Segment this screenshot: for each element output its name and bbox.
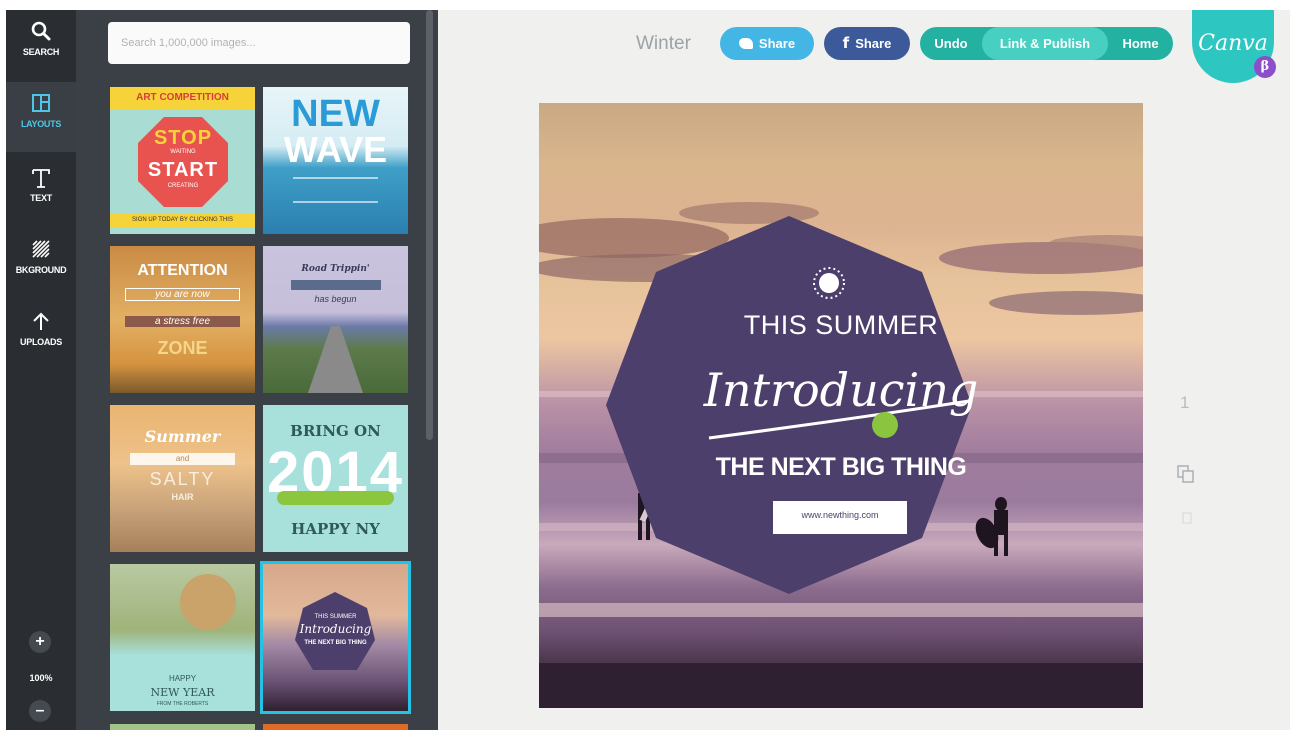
facebook-share-button[interactable]: f Share xyxy=(824,27,910,60)
copy-page-icon[interactable] xyxy=(1176,464,1196,484)
zoom-in-button[interactable]: + xyxy=(29,631,51,653)
page-number: 1 xyxy=(1180,393,1190,412)
canva-editor: SEARCH LAYOUTS TEXT BKGROUND UPLOADS + 1… xyxy=(6,10,1290,730)
thumbnail-text: HAIR xyxy=(171,492,194,502)
layouts-panel: ART COMPETITION STOP WAITING START CREAT… xyxy=(76,10,438,730)
sidebar-item-label: SEARCH xyxy=(22,47,60,57)
workspace: Winter Share f Share Undo Link & Publish … xyxy=(438,10,1290,730)
panel-scrollbar[interactable] xyxy=(426,10,433,440)
sidebar-item-label: LAYOUTS xyxy=(20,119,62,129)
design-kicker-text[interactable]: THIS SUMMER xyxy=(539,310,1143,341)
thumbnail-text: THE NEXT BIG THING xyxy=(304,640,367,646)
thumbnail-text: STOP xyxy=(153,127,213,149)
thumbnail-text: BRING ON xyxy=(290,422,381,440)
layout-thumbnail-new-wave[interactable]: NEW WAVE xyxy=(263,87,408,234)
link-publish-button[interactable]: Link & Publish xyxy=(982,27,1108,60)
beta-badge: β xyxy=(1254,56,1276,78)
home-button[interactable]: Home xyxy=(1108,27,1173,60)
layout-thumbnail-partial[interactable] xyxy=(263,724,408,730)
road-illustration xyxy=(308,326,363,393)
document-title[interactable]: Winter xyxy=(636,33,691,55)
thumbnail-text: you are now xyxy=(125,288,240,301)
search-input[interactable] xyxy=(108,22,410,64)
thumbnail-text: HAPPY NY xyxy=(291,520,380,538)
sidebar-item-text[interactable]: TEXT xyxy=(6,156,76,226)
thumbnail-text: WAVE xyxy=(283,129,388,170)
canva-logo-badge[interactable]: Canva β xyxy=(1192,10,1276,83)
thumbnail-text: Summer xyxy=(144,427,221,446)
twitter-share-label: Share xyxy=(758,36,796,51)
thumbnail-text: NEW YEAR xyxy=(150,686,215,699)
thumbnail-text: SALTY xyxy=(149,469,216,489)
thumbnail-text: HAPPY xyxy=(168,674,197,683)
layout-thumbnail-this-summer[interactable]: THIS SUMMER Introducing THE NEXT BIG THI… xyxy=(260,561,411,714)
thumbnail-text: WAITING xyxy=(170,149,196,155)
publish-toolbar: Undo Link & Publish Home xyxy=(920,27,1173,60)
upload-arrow-icon xyxy=(33,312,49,330)
delete-page-icon[interactable] xyxy=(1180,510,1194,524)
canva-logo: Canva xyxy=(1198,31,1268,56)
thumbnail-text: and xyxy=(175,454,190,463)
text-icon xyxy=(32,169,50,188)
design-headline-text[interactable]: THE NEXT BIG THING xyxy=(539,453,1143,482)
thumbnail-text: CREATING xyxy=(167,183,199,189)
layout-thumbnail-art-competition[interactable]: ART COMPETITION STOP WAITING START CREAT… xyxy=(110,87,255,234)
thumbnail-text: has begun xyxy=(314,294,357,304)
zoom-level: 100% xyxy=(29,673,53,683)
thumbnail-text: ZONE xyxy=(157,338,208,358)
sidebar-item-label: BKGROUND xyxy=(15,265,67,275)
background-icon xyxy=(32,240,50,258)
layout-icon xyxy=(32,94,50,112)
sidebar-item-search[interactable]: SEARCH xyxy=(6,10,76,80)
thumbnail-text: ART COMPETITION xyxy=(136,92,229,103)
design-url-text[interactable]: www.newthing.com xyxy=(773,510,907,520)
tool-rail: SEARCH LAYOUTS TEXT BKGROUND UPLOADS + 1… xyxy=(6,10,76,730)
sidebar-item-background[interactable]: BKGROUND xyxy=(6,228,76,298)
layout-thumbnail-bring-on-2014[interactable]: BRING ON 2014 HAPPY NY xyxy=(263,405,408,552)
facebook-share-label: Share xyxy=(855,36,892,51)
layout-thumbnail-happy-new-year[interactable]: HAPPY NEW YEAR FROM THE ROBERTS xyxy=(110,564,255,711)
sidebar-item-label: TEXT xyxy=(30,193,52,203)
sidebar-item-uploads[interactable]: UPLOADS xyxy=(6,300,76,370)
thumbnail-text: FROM THE ROBERTS xyxy=(156,701,209,707)
thumbnail-text: Road Trippin' xyxy=(301,264,370,274)
sidebar-item-layouts[interactable]: LAYOUTS xyxy=(6,82,76,152)
search-icon xyxy=(31,21,51,41)
design-script-text[interactable]: Introducing xyxy=(539,363,1143,417)
undo-button[interactable]: Undo xyxy=(920,27,982,60)
zoom-out-button[interactable]: – xyxy=(29,700,51,722)
thumbnail-text: THIS SUMMER xyxy=(314,614,357,620)
sidebar-item-label: UPLOADS xyxy=(20,337,62,347)
thumbnail-text: a stress free xyxy=(125,316,240,327)
layout-thumbnail-attention[interactable]: ATTENTION you are now a stress free ZONE xyxy=(110,246,255,393)
facebook-f-icon: f xyxy=(842,34,850,52)
thumbnail-text: SIGN UP TODAY BY CLICKING THIS xyxy=(132,217,233,223)
design-canvas[interactable]: THIS SUMMER Introducing THE NEXT BIG THI… xyxy=(539,103,1143,708)
thumbnail-text: Introducing xyxy=(299,622,372,636)
layout-thumbnail-road-trippin[interactable]: Road Trippin' has begun xyxy=(263,246,408,393)
twitter-share-button[interactable]: Share xyxy=(720,27,814,60)
layout-thumbnail-partial[interactable] xyxy=(110,724,255,730)
twitter-bird-icon xyxy=(738,38,753,49)
layout-thumbnail-summer-salty[interactable]: Summer and SALTY HAIR xyxy=(110,405,255,552)
thumbnail-text: ATTENTION xyxy=(137,262,228,279)
thumbnail-text: START xyxy=(147,159,219,181)
